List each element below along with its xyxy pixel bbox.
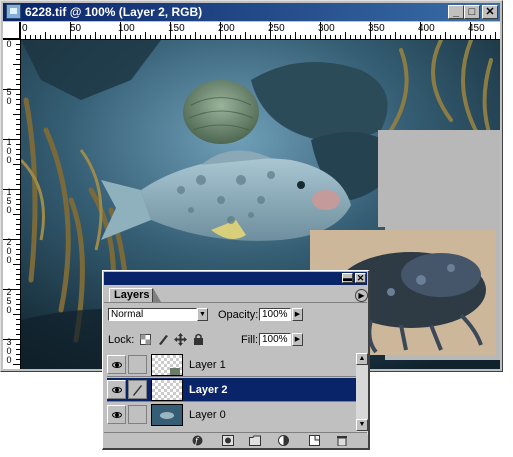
ruler-label: 50 xyxy=(70,23,82,34)
ruler-label: 300 xyxy=(318,23,335,34)
blend-mode-value: Normal xyxy=(111,309,144,320)
layer-thumbnail xyxy=(151,404,183,426)
vertical-ruler[interactable]: 0 50 100 150 200 250 300 xyxy=(3,39,21,369)
ruler-label: 100 xyxy=(118,23,135,34)
adjustment-layer-icon[interactable] xyxy=(278,435,290,446)
opacity-label: Opacity: xyxy=(218,309,259,321)
brush-edit-cell[interactable] xyxy=(128,380,147,399)
layers-palette: ▬ ✕ Layers ▶ Normal ▼ Opacity: 100% ▶ Lo… xyxy=(102,270,370,450)
eye-icon xyxy=(112,387,122,393)
palette-menu-button[interactable]: ▶ xyxy=(355,289,368,302)
fill-slider-arrow-icon[interactable]: ▶ xyxy=(292,333,303,346)
new-layer-icon[interactable] xyxy=(309,435,321,446)
blend-mode-dropdown-arrow-icon[interactable]: ▼ xyxy=(197,308,208,321)
eye-icon xyxy=(112,412,122,418)
ruler-label: 0 xyxy=(22,23,28,34)
ruler-label: 250 xyxy=(6,287,12,315)
link-cell[interactable] xyxy=(128,355,147,374)
lock-all-padlock-icon[interactable] xyxy=(193,333,204,346)
tab-edge xyxy=(153,288,161,302)
ruler-label: 450 xyxy=(468,23,485,34)
document-title-bar[interactable]: 6228.tif @ 100% (Layer 2, RGB) _ □ ✕ xyxy=(3,3,500,21)
ruler-label: 50 xyxy=(6,87,12,106)
lock-transparency-icon[interactable] xyxy=(140,334,151,345)
palette-close-button[interactable]: ✕ xyxy=(355,273,366,283)
close-button[interactable]: ✕ xyxy=(482,5,498,19)
layer-thumbnail xyxy=(151,354,183,376)
eye-icon xyxy=(112,362,122,368)
ruler-label: 200 xyxy=(218,23,235,34)
ruler-label: 100 xyxy=(6,137,12,165)
lock-label: Lock: xyxy=(108,334,135,346)
ruler-label: 150 xyxy=(6,187,12,215)
layer-row[interactable]: Layer 1 xyxy=(107,353,356,377)
ruler-label: 300 xyxy=(6,337,12,365)
palette-title-bar[interactable]: ▬ ✕ xyxy=(104,272,367,285)
visibility-toggle[interactable] xyxy=(107,405,126,424)
layer-row-selected[interactable]: Layer 2 xyxy=(107,378,356,402)
document-title: 6228.tif @ 100% (Layer 2, RGB) xyxy=(25,5,203,19)
horizontal-ruler[interactable]: 0 50 100 150 200 250 300 350 400 450 xyxy=(20,22,500,40)
opacity-slider-arrow-icon[interactable]: ▶ xyxy=(292,308,303,321)
visibility-toggle[interactable] xyxy=(107,355,126,374)
ruler-label: 200 xyxy=(6,237,12,265)
layers-scrollbar[interactable]: ▲ ▼ xyxy=(356,353,368,435)
fill-value: 100% xyxy=(262,334,288,345)
tab-layers[interactable]: Layers xyxy=(109,288,153,302)
lock-position-move-icon[interactable] xyxy=(174,333,187,346)
fill-label: Fill: xyxy=(241,334,259,346)
scroll-up-icon[interactable]: ▲ xyxy=(356,353,368,365)
paintbrush-icon xyxy=(133,385,142,396)
ruler-label: 0 xyxy=(6,39,12,49)
trash-delete-icon[interactable] xyxy=(336,435,348,446)
palette-bottom-bar: f xyxy=(104,432,367,448)
palette-minimize-button[interactable]: ▬ xyxy=(342,273,353,283)
visibility-toggle[interactable] xyxy=(107,380,126,399)
photoshop-document-icon[interactable] xyxy=(6,4,21,19)
add-mask-icon[interactable] xyxy=(222,435,234,446)
blend-mode-select[interactable]: Normal xyxy=(108,308,197,321)
new-group-folder-icon[interactable] xyxy=(249,435,261,446)
tab-divider xyxy=(104,302,367,303)
opacity-value: 100% xyxy=(262,309,288,320)
layer-row[interactable]: Layer 0 xyxy=(107,403,356,427)
ruler-label: 250 xyxy=(268,23,285,34)
layer-name: Layer 2 xyxy=(189,384,228,396)
ruler-label: 400 xyxy=(418,23,435,34)
fill-input[interactable]: 100% xyxy=(259,333,291,346)
minimize-button[interactable]: _ xyxy=(448,5,464,19)
opacity-input[interactable]: 100% xyxy=(259,308,291,321)
ruler-label: 150 xyxy=(168,23,185,34)
maximize-button[interactable]: □ xyxy=(464,5,480,19)
link-cell[interactable] xyxy=(128,405,147,424)
scroll-down-icon[interactable]: ▼ xyxy=(356,419,368,431)
layer-thumbnail xyxy=(151,379,183,401)
ruler-label: 350 xyxy=(368,23,385,34)
layer-name: Layer 1 xyxy=(189,359,226,371)
layer-name: Layer 0 xyxy=(189,409,226,421)
lock-image-brush-icon[interactable] xyxy=(157,333,169,346)
layer-style-icon[interactable]: f xyxy=(192,435,204,446)
ruler-origin[interactable] xyxy=(3,22,20,39)
